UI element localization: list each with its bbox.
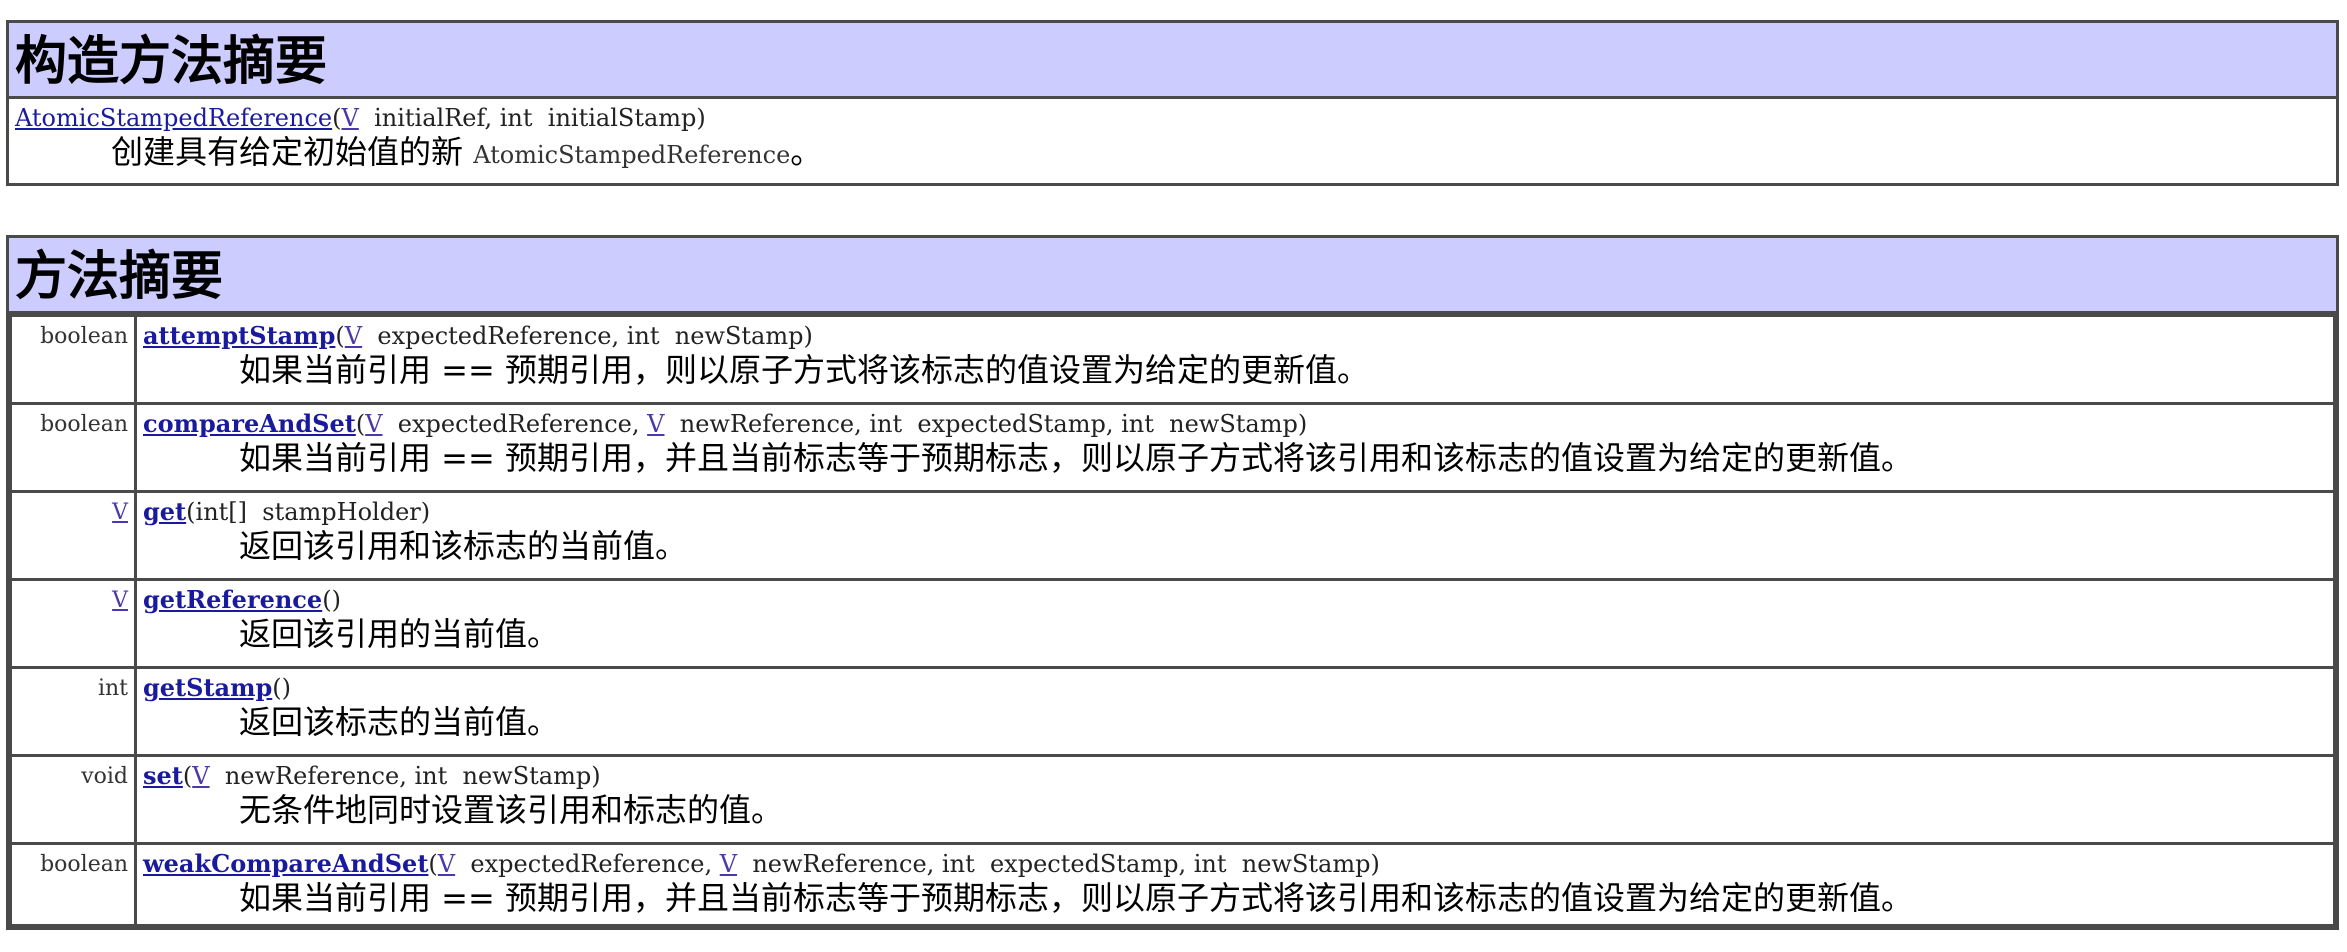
signature-params: newReference, int newStamp) bbox=[209, 762, 601, 790]
method-description: 如果当前引用 == 预期引用，并且当前标志等于预期标志，则以原子方式将该引用和该… bbox=[239, 879, 1913, 917]
constructor-summary-table: 构造方法摘要 AtomicStampedReference(V initialR… bbox=[6, 20, 2339, 186]
method-detail-cell: getReference() 返回该引用的当前值。 bbox=[134, 578, 2336, 669]
method-row: void set(V newReference, int newStamp) 无条件… bbox=[9, 754, 2336, 845]
method-detail-cell: attemptStamp(V expectedReference, int ne… bbox=[134, 314, 2336, 405]
return-type[interactable]: V bbox=[112, 588, 128, 613]
signature-open-paren: ( bbox=[182, 762, 193, 790]
method-row: int getStamp() 返回该标志的当前值。 bbox=[9, 666, 2336, 757]
method-list: boolean attemptStamp(V expectedReference,… bbox=[9, 314, 2336, 927]
signature-params: initialRef, int initialStamp) bbox=[358, 104, 706, 132]
method-detail-cell: weakCompareAndSet(V expectedReference, V… bbox=[134, 842, 2336, 927]
type-param-link[interactable]: V bbox=[192, 762, 209, 790]
method-row: Vget(int[] stampHolder) 返回该引用和该标志的当前值。 bbox=[9, 490, 2336, 581]
method-link[interactable]: compareAndSet bbox=[143, 409, 356, 438]
method-signature: getReference() bbox=[143, 585, 2327, 615]
description-text: 创建具有给定初始值的新 bbox=[111, 133, 474, 171]
signature-params: int[] stampHolder) bbox=[195, 498, 431, 526]
method-row: boolean attemptStamp(V expectedReference,… bbox=[9, 314, 2336, 405]
signature-params: ) bbox=[331, 586, 341, 614]
signature-open-paren: ( bbox=[272, 674, 282, 702]
signature-params: expectedReference, int newStamp) bbox=[362, 322, 813, 350]
method-description: 如果当前引用 == 预期引用，并且当前标志等于预期标志，则以原子方式将该引用和该… bbox=[239, 439, 1913, 477]
constructor-row: AtomicStampedReference(V initialRef, int… bbox=[9, 99, 2336, 183]
method-signature: getStamp() bbox=[143, 673, 2327, 703]
method-link[interactable]: getReference bbox=[143, 585, 322, 614]
method-description: 返回该引用的当前值。 bbox=[239, 615, 560, 653]
return-type-cell: int bbox=[9, 666, 137, 757]
type-param-link[interactable]: V bbox=[720, 850, 737, 878]
method-detail-cell: set(V newReference, int newStamp) 无条件地同时设… bbox=[134, 754, 2336, 845]
method-description: 如果当前引用 == 预期引用，则以原子方式将该标志的值设置为给定的更新值。 bbox=[239, 351, 1369, 389]
type-param-link[interactable]: V bbox=[341, 104, 358, 132]
method-description: 无条件地同时设置该引用和标志的值。 bbox=[239, 791, 784, 829]
method-signature: compareAndSet(V expectedReference, V new… bbox=[143, 409, 2327, 439]
type-param-link[interactable]: V bbox=[365, 410, 382, 438]
method-row: boolean weakCompareAndSet(V expectedRefer… bbox=[9, 842, 2336, 927]
description-code: AtomicStampedReference bbox=[473, 141, 791, 169]
return-type: void bbox=[81, 764, 128, 789]
signature-params: ) bbox=[281, 674, 292, 702]
method-detail-cell: getStamp() 返回该标志的当前值。 bbox=[134, 666, 2336, 757]
constructor-signature: AtomicStampedReference(V initialRef, int… bbox=[15, 103, 2330, 133]
return-type: int bbox=[97, 676, 128, 701]
return-type-cell: V bbox=[9, 490, 137, 581]
method-summary-heading: 方法摘要 bbox=[9, 238, 2336, 314]
signature-params: newReference, int expectedStamp, int new… bbox=[737, 850, 1380, 878]
description-suffix: 。 bbox=[790, 133, 823, 171]
signature-open-paren: ( bbox=[428, 850, 438, 878]
method-description: 返回该引用和该标志的当前值。 bbox=[239, 527, 688, 565]
method-link[interactable]: get bbox=[143, 497, 186, 526]
method-signature: get(int[] stampHolder) bbox=[143, 497, 2327, 527]
return-type-cell: boolean bbox=[9, 402, 137, 493]
method-row: boolean compareAndSet(V expectedReference… bbox=[9, 402, 2336, 493]
return-type-cell: boolean bbox=[9, 314, 137, 405]
method-link[interactable]: getStamp bbox=[143, 673, 272, 702]
return-type-cell: V bbox=[9, 578, 137, 669]
method-signature: set(V newReference, int newStamp) bbox=[143, 761, 2327, 791]
method-signature: weakCompareAndSet(V expectedReference, V… bbox=[143, 849, 2327, 879]
method-link[interactable]: weakCompareAndSet bbox=[143, 849, 428, 878]
type-param-link[interactable]: V bbox=[647, 410, 664, 438]
method-signature: attemptStamp(V expectedReference, int ne… bbox=[143, 321, 2327, 351]
signature-open-paren: ( bbox=[186, 498, 196, 526]
signature-params: newReference, int expectedStamp, int new… bbox=[664, 410, 1308, 438]
return-type: boolean bbox=[40, 324, 128, 349]
method-detail-cell: get(int[] stampHolder) 返回该引用和该标志的当前值。 bbox=[134, 490, 2336, 581]
signature-open-paren: ( bbox=[355, 410, 366, 438]
method-link[interactable]: attemptStamp bbox=[143, 321, 335, 350]
method-row: VgetReference() 返回该引用的当前值。 bbox=[9, 578, 2336, 669]
return-type[interactable]: V bbox=[112, 500, 128, 525]
type-param-link[interactable]: V bbox=[345, 322, 362, 350]
method-detail-cell: compareAndSet(V expectedReference, V new… bbox=[134, 402, 2336, 493]
return-type-cell: boolean bbox=[9, 842, 137, 927]
return-type: boolean bbox=[40, 852, 128, 877]
signature-open-paren: ( bbox=[335, 322, 345, 350]
return-type-cell: void bbox=[9, 754, 137, 845]
constructor-description: 创建具有给定初始值的新 AtomicStampedReference。 bbox=[15, 133, 2330, 174]
type-param-link[interactable]: V bbox=[438, 850, 455, 878]
signature-params: expectedReference, bbox=[382, 410, 648, 438]
signature-open-paren: ( bbox=[322, 586, 332, 614]
return-type: boolean bbox=[40, 412, 128, 437]
constructor-summary-heading: 构造方法摘要 bbox=[9, 23, 2336, 99]
signature-params: expectedReference, bbox=[455, 850, 720, 878]
method-description: 返回该标志的当前值。 bbox=[239, 703, 560, 741]
method-summary-table: 方法摘要 boolean attemptStamp(V expectedRefer… bbox=[6, 235, 2339, 930]
constructor-link[interactable]: AtomicStampedReference bbox=[15, 104, 332, 132]
method-link[interactable]: set bbox=[143, 761, 183, 790]
